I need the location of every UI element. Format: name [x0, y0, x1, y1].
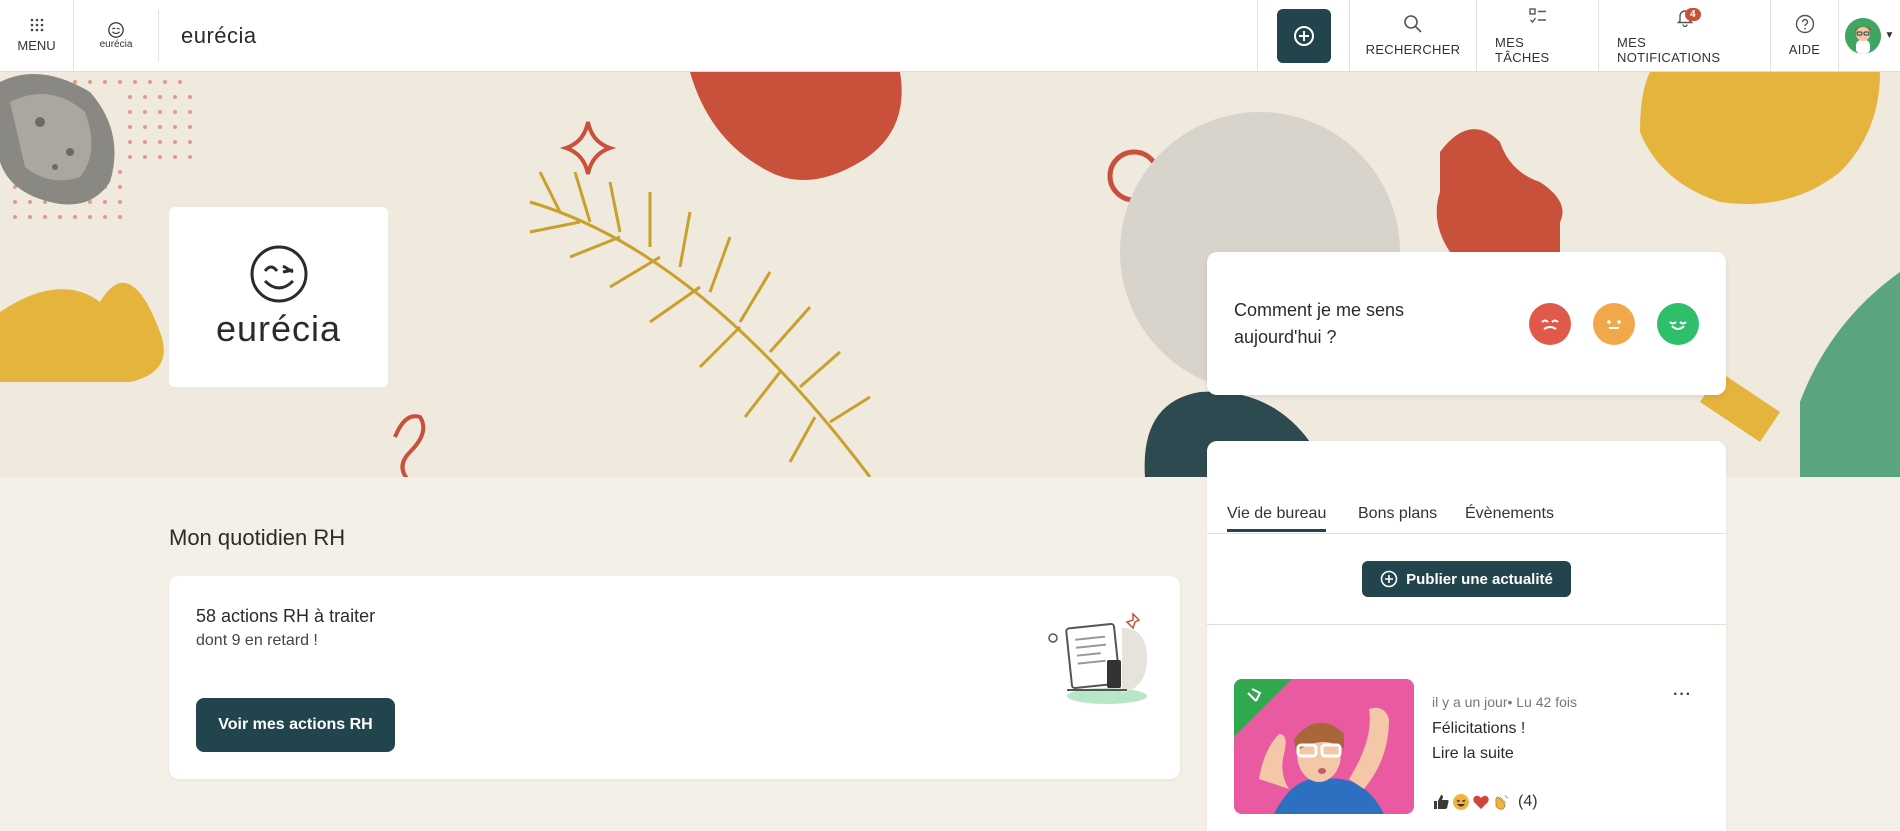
post-image — [1234, 679, 1414, 814]
menu-label: MENU — [17, 38, 56, 53]
help-icon — [1795, 14, 1814, 34]
tab-evenements[interactable]: Évènements — [1465, 505, 1554, 523]
company-logo-card: eurécia — [169, 207, 388, 387]
post-more-menu-button[interactable]: ··· — [1673, 686, 1692, 704]
nav-notifications[interactable]: 4 MES NOTIFICATIONS — [1598, 0, 1770, 71]
mood-good-button[interactable] — [1657, 302, 1699, 345]
post-reactions[interactable]: (4) — [1432, 793, 1538, 811]
tab-vie-de-bureau[interactable]: Vie de bureau — [1227, 505, 1327, 532]
menu-button[interactable]: MENU — [0, 0, 74, 71]
heart-icon — [1473, 795, 1489, 809]
mood-card: Comment je me sens aujourd'hui ? — [1207, 252, 1726, 395]
logo-small-text: eurécia — [99, 39, 133, 50]
company-logo-small[interactable]: eurécia — [74, 10, 159, 61]
brand-name: eurécia — [181, 22, 257, 48]
top-bar: MENU eurécia eurécia RECHERCHER MES TÂCH… — [0, 0, 1900, 72]
notifications-label: MES NOTIFICATIONS — [1617, 34, 1721, 65]
chevron-down-icon: ▼ — [1884, 30, 1895, 41]
nav-tasks[interactable]: MES TÂCHES — [1476, 0, 1598, 71]
logo-wordmark: eurécia — [215, 308, 342, 349]
grid-icon — [30, 18, 43, 32]
avatar-face-icon — [1844, 17, 1881, 54]
post-thumbnail[interactable] — [1234, 679, 1414, 814]
hr-actions-card: 58 actions RH à traiter dont 9 en retard… — [169, 576, 1180, 779]
notification-count-badge: 4 — [1685, 8, 1701, 21]
search-icon — [1404, 15, 1422, 33]
clapping-hands-icon — [1495, 794, 1509, 810]
section-title: Mon quotidien RH — [169, 525, 346, 550]
tab-bons-plans[interactable]: Bons plans — [1358, 505, 1437, 523]
thumbs-up-icon — [1434, 795, 1449, 809]
news-panel: Vie de bureau Bons plans Évènements Publ… — [1207, 441, 1726, 831]
happy-face-icon — [1669, 320, 1687, 330]
plus-circle-icon — [1380, 570, 1398, 588]
read-more-link[interactable]: Lire la suite — [1432, 745, 1514, 763]
mood-options — [1529, 302, 1699, 345]
publish-news-button[interactable]: Publier une actualité — [1362, 561, 1571, 597]
reactions-count: (4) — [1518, 793, 1538, 810]
news-divider — [1207, 624, 1726, 625]
mood-bad-button[interactable] — [1529, 302, 1571, 345]
search-label: RECHERCHER — [1365, 42, 1461, 57]
quick-add-area — [1257, 0, 1349, 71]
checklist-icon — [1528, 7, 1546, 23]
eurecia-logo-icon — [108, 22, 124, 38]
user-menu[interactable]: ▼ — [1838, 0, 1900, 71]
document-stand-illustration — [1048, 612, 1147, 704]
hr-actions-subtitle: dont 9 en retard ! — [196, 632, 318, 649]
eurecia-logo-icon — [250, 245, 307, 303]
quick-add-button[interactable] — [1276, 8, 1331, 63]
sad-face-icon — [1541, 319, 1559, 330]
plus-circle-icon — [1293, 25, 1314, 46]
neutral-face-icon — [1607, 319, 1621, 329]
mood-neutral-button[interactable] — [1593, 302, 1635, 345]
tasks-label: MES TÂCHES — [1495, 34, 1550, 65]
nav-help[interactable]: AIDE — [1770, 0, 1838, 71]
post-meta: il y a un jour• Lu 42 fois — [1432, 694, 1577, 710]
news-tabs: Vie de bureau Bons plans Évènements — [1207, 441, 1726, 534]
mood-question: Comment je me sens aujourd'hui ? — [1234, 299, 1405, 347]
post-title: Félicitations ! — [1432, 720, 1526, 737]
nav-search[interactable]: RECHERCHER — [1349, 0, 1476, 71]
help-label: AIDE — [1788, 42, 1821, 57]
laughing-face-icon — [1453, 794, 1469, 810]
user-avatar[interactable] — [1844, 17, 1881, 54]
publish-news-label: Publier une actualité — [1406, 570, 1553, 588]
view-hr-actions-button[interactable]: Voir mes actions RH — [196, 698, 395, 752]
hr-actions-title: 58 actions RH à traiter — [196, 606, 376, 626]
